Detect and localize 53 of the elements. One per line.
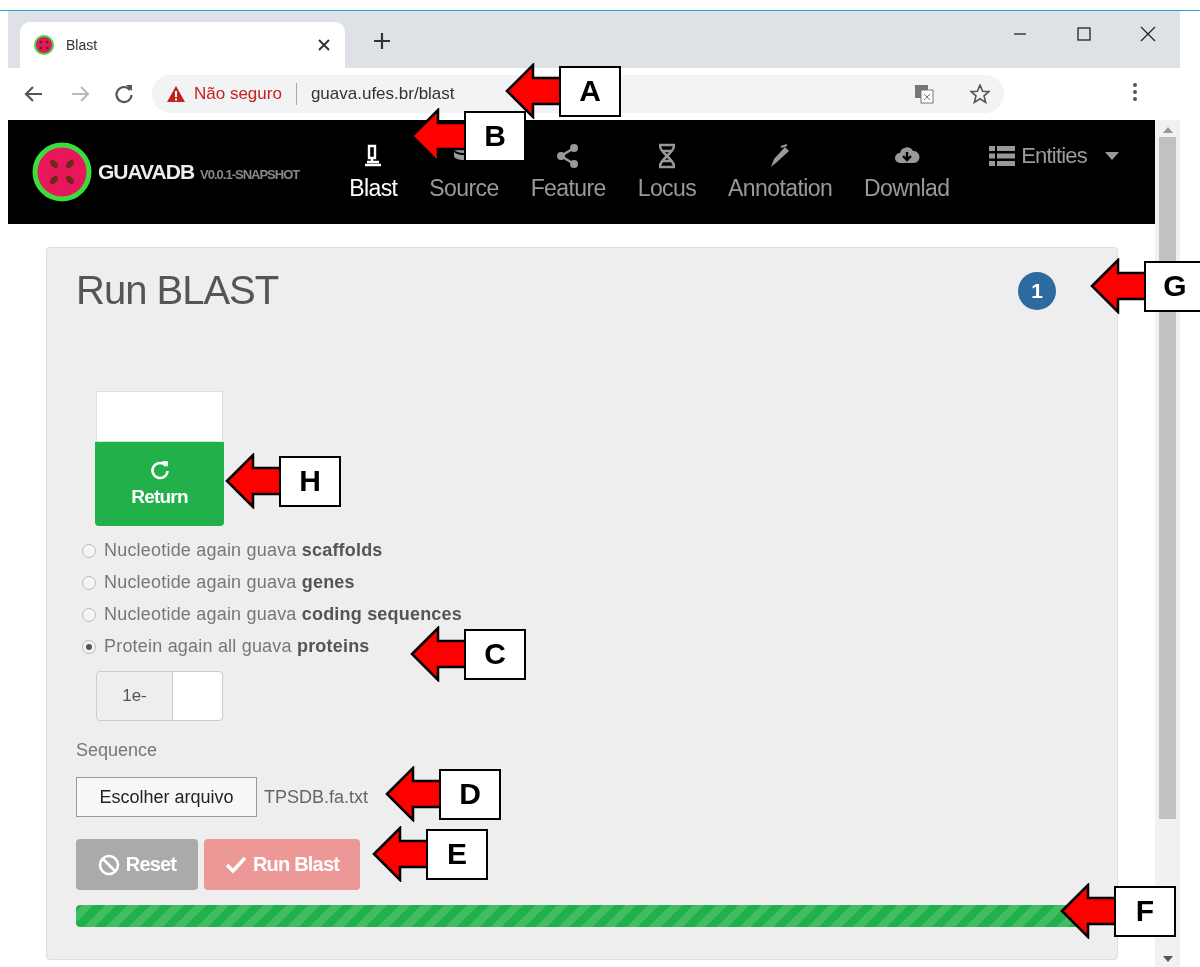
choose-file-button[interactable]: Escolher arquivo bbox=[76, 777, 257, 817]
star-icon[interactable] bbox=[970, 84, 990, 104]
warning-icon bbox=[166, 85, 186, 103]
nav-item[interactable]: Feature bbox=[530, 174, 606, 202]
url-text: guava.ufes.br/blast bbox=[310, 84, 455, 104]
nav-item[interactable]: Downlad bbox=[864, 174, 950, 202]
maximize-icon[interactable] bbox=[1077, 27, 1091, 41]
close-icon[interactable] bbox=[1140, 26, 1156, 42]
panel-title: Run BLAST bbox=[76, 268, 279, 313]
reload-icon[interactable] bbox=[114, 84, 134, 104]
ban-icon bbox=[97, 853, 120, 876]
evalue-prefix: 1e- bbox=[96, 671, 173, 721]
fruit-icon bbox=[34, 35, 54, 55]
option-label[interactable]: Nucleotide again guava coding sequences bbox=[104, 604, 462, 625]
reload-icon bbox=[149, 460, 170, 480]
radio-button[interactable] bbox=[82, 607, 96, 622]
callout-tooltip: A bbox=[505, 63, 621, 119]
browser-tab[interactable]: Blast bbox=[20, 22, 345, 68]
callout-tooltip: D bbox=[385, 766, 501, 822]
entities-dropdown[interactable]: Entities bbox=[983, 142, 1125, 170]
callout-tooltip: C bbox=[410, 626, 526, 682]
option-label[interactable]: Protein again all guava proteins bbox=[104, 636, 370, 657]
brand-name[interactable]: GUAVADB bbox=[98, 160, 195, 184]
file-name: TPSDB.fa.txt bbox=[264, 786, 369, 808]
close-icon[interactable] bbox=[317, 38, 331, 52]
callout-tooltip: H bbox=[225, 453, 341, 509]
radio-button[interactable] bbox=[82, 639, 96, 654]
option-label[interactable]: Nucleotide again guava genes bbox=[104, 572, 355, 593]
security-label: Não seguro bbox=[194, 84, 282, 104]
menu-icon[interactable] bbox=[1132, 82, 1138, 102]
translate-icon[interactable] bbox=[914, 84, 934, 104]
caret-icon bbox=[1105, 152, 1119, 160]
version-label: V0.0.1-SNAPSHOT bbox=[200, 166, 300, 182]
radio-button[interactable] bbox=[82, 543, 96, 558]
nav-item[interactable]: Locus bbox=[637, 174, 697, 202]
callout-tooltip: G bbox=[1090, 258, 1200, 314]
back-icon[interactable] bbox=[24, 84, 44, 104]
list-icon bbox=[989, 145, 1016, 167]
callout-tooltip: E bbox=[372, 826, 488, 882]
nav-item[interactable]: Source bbox=[429, 174, 499, 202]
radio-button[interactable] bbox=[82, 575, 96, 590]
count-badge: 1 bbox=[1018, 272, 1056, 310]
check-icon bbox=[224, 854, 247, 875]
tab-title: Blast bbox=[66, 37, 99, 53]
nav-item[interactable]: Blast bbox=[349, 174, 398, 202]
sequence-label: Sequence bbox=[76, 740, 159, 761]
fruit-logo-icon[interactable] bbox=[32, 142, 92, 202]
scroll-down-icon[interactable] bbox=[1162, 955, 1173, 963]
option-label[interactable]: Nucleotide again guava scaffolds bbox=[104, 540, 383, 561]
plus-icon[interactable] bbox=[373, 32, 391, 50]
evalue-field[interactable] bbox=[173, 671, 223, 721]
callout-tooltip: F bbox=[1060, 883, 1176, 939]
nav-item[interactable]: Annotation bbox=[728, 174, 833, 202]
